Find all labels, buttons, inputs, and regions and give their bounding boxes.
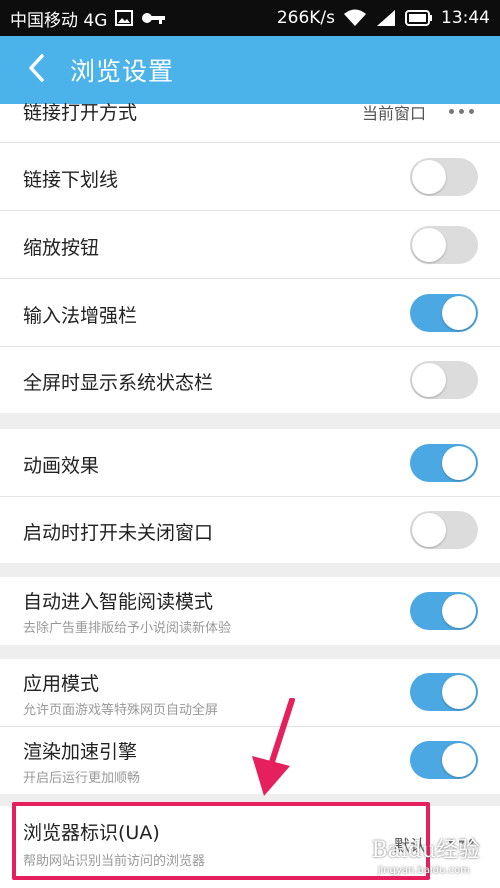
- setting-label: 自动进入智能阅读模式: [23, 591, 214, 613]
- toggle-knob: [412, 363, 446, 397]
- section-gap: [0, 563, 500, 577]
- wifi-icon: [343, 9, 367, 27]
- setting-label: 启动时打开未关闭窗口: [23, 522, 214, 544]
- toggle-knob: [442, 743, 476, 777]
- carrier-text: 中国移动 4G: [10, 10, 108, 31]
- back-button[interactable]: [8, 36, 64, 104]
- smart-reading-toggle[interactable]: [410, 592, 478, 630]
- setting-label: 应用模式: [23, 673, 100, 695]
- animation-toggle[interactable]: [410, 444, 478, 482]
- toggle-knob: [442, 446, 476, 480]
- highlight-box: [12, 802, 430, 880]
- setting-fullscreen-status-bar[interactable]: 全屏时显示系统状态栏: [0, 347, 500, 413]
- app-mode-toggle[interactable]: [410, 673, 478, 711]
- zoom-buttons-toggle[interactable]: [410, 226, 478, 264]
- setting-description: 允许页面游戏等特殊网页自动全屏: [23, 703, 219, 718]
- status-bar: 中国移动 4G 266K/s 13:44: [0, 0, 500, 36]
- network-speed: 266K/s: [276, 8, 335, 28]
- watermark-logo: Baidu经验: [371, 838, 480, 863]
- more-icon[interactable]: [449, 109, 474, 114]
- ime-toolbar-toggle[interactable]: [410, 294, 478, 332]
- setting-label: 链接打开方式: [23, 102, 138, 124]
- page-title: 浏览设置: [70, 57, 175, 86]
- restore-windows-toggle[interactable]: [410, 511, 478, 549]
- toggle-knob: [412, 160, 446, 194]
- section-gap: [0, 413, 500, 429]
- setting-smart-reading[interactable]: 自动进入智能阅读模式 去除广告重排版给予小说阅读新体验: [0, 577, 500, 645]
- link-underline-toggle[interactable]: [410, 158, 478, 196]
- toggle-knob: [442, 296, 476, 330]
- image-icon: [115, 10, 134, 26]
- setting-label: 输入法增强栏: [23, 305, 138, 327]
- battery-icon: [405, 10, 433, 26]
- clock: 13:44: [441, 8, 490, 28]
- setting-description: 去除广告重排版给予小说阅读新体验: [23, 621, 232, 636]
- annotation-arrow: [240, 697, 310, 804]
- setting-link-open-mode[interactable]: 链接打开方式 当前窗口: [0, 102, 500, 142]
- setting-label: 链接下划线: [23, 169, 119, 191]
- setting-animation[interactable]: 动画效果: [0, 429, 500, 496]
- setting-label: 缩放按钮: [23, 237, 100, 259]
- toggle-knob: [442, 675, 476, 709]
- toggle-knob: [412, 228, 446, 262]
- signal-icon: [375, 9, 397, 27]
- setting-label: 动画效果: [23, 455, 100, 477]
- render-accel-toggle[interactable]: [410, 741, 478, 779]
- setting-label: 渲染加速引擎: [23, 741, 138, 763]
- setting-label: 全屏时显示系统状态栏: [23, 372, 214, 394]
- back-arrow-icon: [27, 54, 45, 86]
- setting-zoom-buttons[interactable]: 缩放按钮: [0, 211, 500, 278]
- setting-ime-toolbar[interactable]: 输入法增强栏: [0, 279, 500, 346]
- key-icon: [141, 11, 167, 25]
- toggle-knob: [412, 513, 446, 547]
- watermark-url: jingyan.baidu.com: [377, 865, 470, 876]
- setting-link-underline[interactable]: 链接下划线: [0, 143, 500, 210]
- setting-value: 当前窗口: [361, 104, 426, 123]
- section-gap: [0, 645, 500, 659]
- app-bar: 浏览设置: [0, 36, 500, 104]
- fullscreen-status-bar-toggle[interactable]: [410, 361, 478, 399]
- setting-description: 开启后运行更加顺畅: [23, 771, 141, 786]
- toggle-knob: [442, 594, 476, 628]
- setting-restore-windows[interactable]: 启动时打开未关闭窗口: [0, 497, 500, 563]
